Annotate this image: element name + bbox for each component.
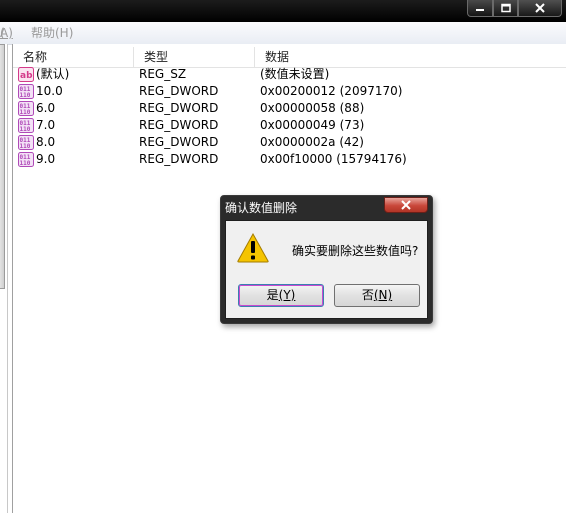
- value-type: REG_DWORD: [139, 101, 219, 115]
- value-data: 0x00f10000 (15794176): [260, 152, 407, 166]
- value-type: REG_DWORD: [139, 135, 219, 149]
- value-type: REG_SZ: [139, 67, 187, 81]
- close-icon: [401, 200, 411, 210]
- list-item[interactable]: 011 110 9.0 REG_DWORD 0x00f10000 (1579417…: [13, 151, 566, 168]
- string-value-icon: ab: [18, 67, 34, 82]
- value-type: REG_DWORD: [139, 118, 219, 132]
- list-item[interactable]: 011 110 8.0 REG_DWORD 0x0000002a (42): [13, 134, 566, 151]
- menu-item-help[interactable]: 帮助(H): [31, 22, 73, 44]
- dialog-body: 确实要删除这些数值吗? 是(Y) 否(N): [225, 220, 428, 319]
- maximize-button[interactable]: [493, 0, 518, 17]
- column-header-name[interactable]: 名称: [13, 47, 134, 67]
- dialog-close-button[interactable]: [384, 197, 428, 213]
- window-title-bar: [0, 0, 566, 22]
- list-item[interactable]: 011 110 6.0 REG_DWORD 0x00000058 (88): [13, 100, 566, 117]
- tree-scrollbar[interactable]: [0, 44, 5, 289]
- binary-value-icon: 011110: [18, 84, 34, 99]
- svg-text:110: 110: [20, 109, 31, 116]
- value-data: (数值未设置): [260, 67, 330, 81]
- value-data: 0x00000058 (88): [260, 101, 365, 115]
- binary-value-icon: 011110: [18, 118, 34, 133]
- value-name: 9.0: [36, 152, 56, 166]
- column-header-type[interactable]: 类型: [134, 47, 255, 67]
- close-icon: [535, 3, 545, 13]
- maximize-icon: [500, 3, 511, 13]
- minimize-button[interactable]: [467, 0, 493, 17]
- close-button[interactable]: [518, 0, 562, 17]
- value-data: 0x0000002a (42): [260, 135, 364, 149]
- confirm-delete-dialog: 确认数值删除 确实要删除这些数值吗? 是(Y) 否(N): [220, 195, 433, 324]
- value-name: (默认): [36, 67, 70, 81]
- no-button[interactable]: 否(N): [334, 284, 420, 307]
- yes-button[interactable]: 是(Y): [238, 284, 324, 307]
- binary-value-icon: 011110: [18, 101, 34, 116]
- binary-value-icon: 011110: [18, 135, 34, 150]
- dialog-message: 确实要删除这些数值吗?: [292, 244, 419, 258]
- list-item[interactable]: 011 110 7.0 REG_DWORD 0x00000049 (73): [13, 117, 566, 134]
- list-item[interactable]: ab (默认) REG_SZ (数值未设置): [13, 66, 566, 83]
- value-name: 8.0: [36, 135, 56, 149]
- value-name: 10.0: [36, 84, 63, 98]
- value-type: REG_DWORD: [139, 84, 219, 98]
- dialog-title: 确认数值删除: [225, 201, 298, 215]
- svg-text:110: 110: [20, 92, 31, 99]
- svg-text:ab: ab: [20, 71, 33, 81]
- column-header-data[interactable]: 数据: [255, 47, 566, 67]
- value-data: 0x00200012 (2097170): [260, 84, 403, 98]
- value-type: REG_DWORD: [139, 152, 219, 166]
- minimize-icon: [476, 9, 484, 11]
- value-name: 7.0: [36, 118, 56, 132]
- warning-icon: [237, 233, 269, 263]
- list-item[interactable]: 011 110 10.0 REG_DWORD 0x00200012 (209717…: [13, 83, 566, 100]
- svg-text:110: 110: [20, 143, 31, 150]
- menu-bar: (A) 帮助(H): [0, 22, 566, 45]
- svg-text:110: 110: [20, 126, 31, 133]
- list-header: 名称 类型 数据: [13, 47, 566, 68]
- binary-value-icon: 011110: [18, 152, 34, 167]
- svg-text:110: 110: [20, 160, 31, 167]
- value-name: 6.0: [36, 101, 56, 115]
- value-data: 0x00000049 (73): [260, 118, 365, 132]
